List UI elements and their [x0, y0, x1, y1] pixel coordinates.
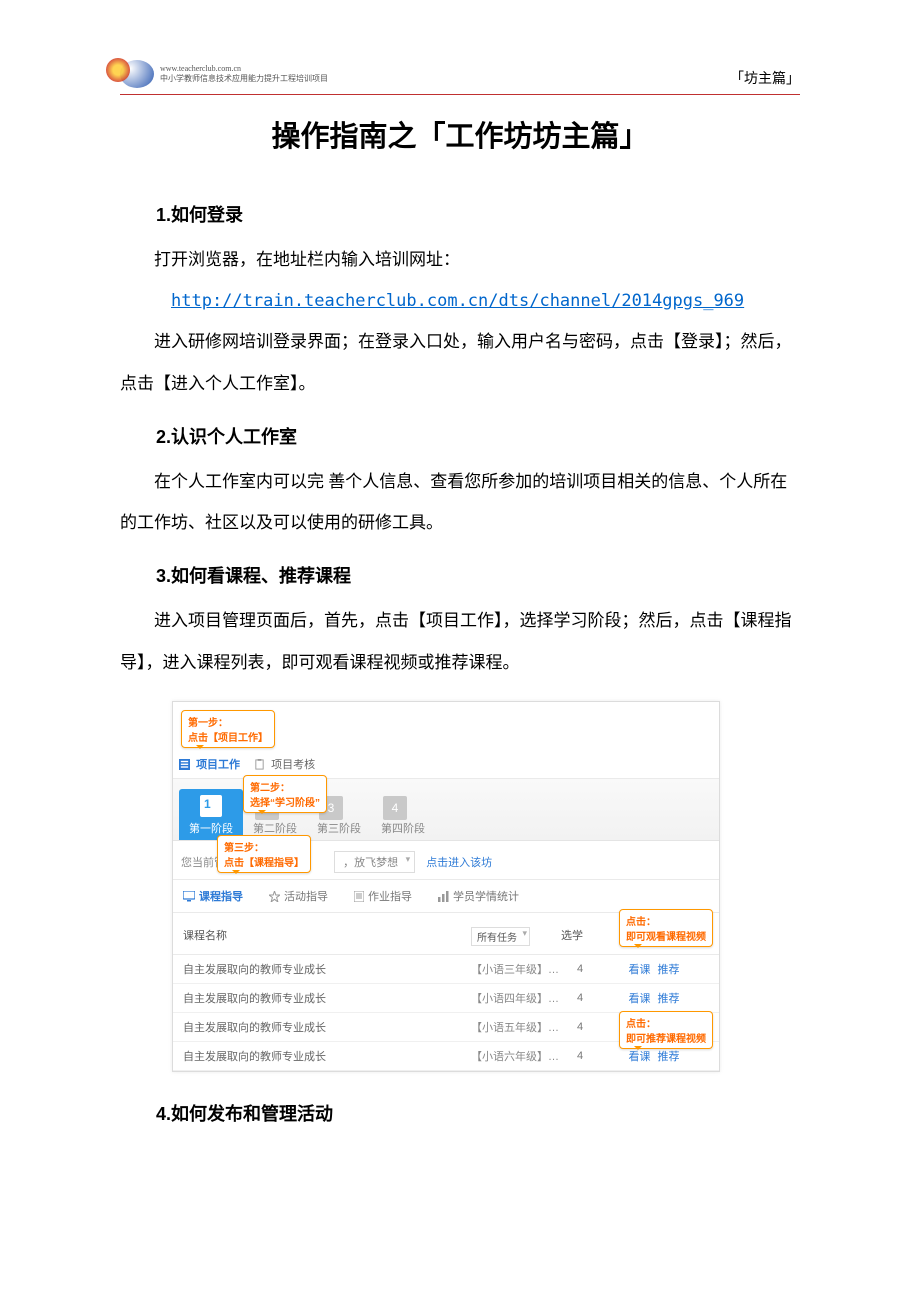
logo-area: www.teacherclub.com.cn 中小学教师信息技术应用能力提升工程…: [120, 60, 328, 88]
section-2-heading: 2.认识个人工作室: [120, 423, 800, 449]
cell-actions: 看课 推荐: [599, 961, 709, 977]
subtab-student-stats[interactable]: 学员学情统计: [438, 888, 519, 904]
phase-4-button[interactable]: 4 第四阶段: [371, 790, 435, 840]
subtab-activity-guidance[interactable]: 活动指导: [269, 888, 328, 904]
section-4-heading: 4.如何发布和管理活动: [120, 1100, 800, 1126]
recommend-link[interactable]: 推荐: [658, 993, 680, 1005]
callout-view-video-text: 即可观看课程视频: [626, 932, 706, 943]
tab-project-assess-label: 项目考核: [271, 759, 315, 771]
subtab-1-label: 课程指导: [199, 888, 243, 904]
logo-icon: [120, 60, 154, 88]
header-right-label: 「坊主篇」: [730, 68, 800, 88]
table-row: 自主发展取向的教师专业成长 【小语四年级】… 4 看课 推荐: [173, 984, 719, 1013]
tab-project-work-label: 项目工作: [196, 759, 240, 771]
phase-4-label: 第四阶段: [381, 823, 425, 835]
table-row: 自主发展取向的教师专业成长 【小语五年级】… 4 点击： 即可推荐课程视频: [173, 1013, 719, 1042]
page: www.teacherclub.com.cn 中小学教师信息技术应用能力提升工程…: [0, 0, 920, 1302]
cell-count: 4: [561, 1021, 599, 1033]
callout-recommend-video-text: 即可推荐课程视频: [626, 1034, 706, 1045]
callout-step2-line2: 选择“学习阶段”: [250, 798, 320, 809]
cell-course-name: 自主发展取向的教师专业成长: [183, 1048, 471, 1064]
task-filter-dropdown[interactable]: 所有任务: [471, 927, 530, 946]
callout-step3-line1: 第三步：: [224, 843, 264, 854]
logo-text: www.teacherclub.com.cn 中小学教师信息技术应用能力提升工程…: [160, 64, 328, 84]
cell-actions: 看课 推荐: [599, 990, 709, 1006]
subtab-2-label: 活动指导: [284, 888, 328, 904]
col-select: 选学: [561, 927, 599, 946]
document-icon: [354, 891, 364, 902]
phase-1-label: 第一阶段: [189, 823, 233, 835]
phase-bar: 第二步： 选择“学习阶段” 第一阶段 2 第二阶段 3 第三阶段 4 第四阶段: [173, 779, 719, 841]
course-table: 课程名称 所有任务 选学 点击： 即可观看课程视频 自主发展取向的教师专业成长 …: [173, 913, 719, 1071]
col-task: 所有任务: [471, 927, 561, 946]
cell-course-name: 自主发展取向的教师专业成长: [183, 990, 471, 1006]
embedded-screenshot: 第一步： 点击【项目工作】 项目工作 项目考核 第二步：: [172, 701, 720, 1072]
section-3-p1: 进入项目管理页面后，首先，点击【项目工作】，选择学习阶段；然后，点击【课程指导】…: [120, 600, 800, 683]
logo-subtext: 中小学教师信息技术应用能力提升工程培训项目: [160, 74, 328, 84]
callout-step2: 第二步： 选择“学习阶段”: [243, 775, 327, 813]
phase-gray-icon: 4: [383, 796, 407, 820]
callout-step3: 第三步： 点击【课程指导】: [217, 835, 311, 873]
watch-link[interactable]: 看课: [628, 964, 650, 976]
section-1-p1: 打开浏览器，在地址栏内输入培训网址：: [120, 239, 800, 281]
subtab-4-label: 学员学情统计: [453, 888, 519, 904]
monitor-icon: [183, 891, 195, 902]
phase-3-label: 第三阶段: [317, 823, 361, 835]
callout-step1-line1: 第一步：: [188, 718, 228, 729]
section-1-heading: 1.如何登录: [120, 201, 800, 227]
subtab-3-label: 作业指导: [368, 888, 412, 904]
cell-task: 【小语三年级】…: [471, 961, 561, 977]
tab-project-assess[interactable]: 项目考核: [254, 756, 315, 772]
callout-step3-line2: 点击【课程指导】: [224, 858, 304, 869]
phase-2-label: 第二阶段: [253, 823, 297, 835]
cell-count: 4: [561, 1050, 599, 1062]
breadcrumb-row: 第三步： 点击【课程指导】 您当前管理 点击【课程指导】 ，放飞梦想 点击进入该…: [173, 841, 719, 880]
callout-click-label-2: 点击：: [626, 1019, 656, 1030]
star-icon: [269, 891, 280, 902]
cell-actions: 看课 推荐: [599, 1048, 709, 1064]
cell-course-name: 自主发展取向的教师专业成长: [183, 961, 471, 977]
clipboard-icon: [254, 759, 265, 770]
section-2-p1: 在个人工作室内可以完 善个人信息、查看您所参加的培训项目相关的信息、个人所在的工…: [120, 461, 800, 544]
callout-step1-line2: 点击【项目工作】: [188, 733, 268, 744]
cell-course-name: 自主发展取向的教师专业成长: [183, 1019, 471, 1035]
section-1-p2: 进入研修网培训登录界面；在登录入口处，输入用户名与密码，点击【登录】；然后，点击…: [120, 321, 800, 404]
table-header: 课程名称 所有任务 选学 点击： 即可观看课程视频: [173, 919, 719, 955]
page-header: www.teacherclub.com.cn 中小学教师信息技术应用能力提升工程…: [120, 60, 800, 95]
cell-task: 【小语五年级】…: [471, 1019, 561, 1035]
callout-recommend-video: 点击： 即可推荐课程视频: [619, 1011, 713, 1049]
book-icon: [200, 795, 222, 817]
document-title: 操作指南之「工作坊坊主篇」: [120, 113, 800, 155]
table-row: 自主发展取向的教师专业成长 【小语三年级】… 4 看课 推荐: [173, 955, 719, 984]
watch-link[interactable]: 看课: [628, 993, 650, 1005]
chart-icon: [438, 891, 449, 902]
callout-step2-line1: 第二步：: [250, 783, 290, 794]
cell-task: 【小语六年级】…: [471, 1048, 561, 1064]
training-url-link[interactable]: http://train.teacherclub.com.cn/dts/chan…: [120, 281, 800, 322]
recommend-link[interactable]: 推荐: [658, 1051, 680, 1063]
cell-count: 4: [561, 992, 599, 1004]
subtab-course-guidance[interactable]: 课程指导: [183, 888, 243, 904]
section-3-heading: 3.如何看课程、推荐课程: [120, 562, 800, 588]
phase-1-button[interactable]: 第一阶段: [179, 789, 243, 840]
cell-task: 【小语四年级】…: [471, 990, 561, 1006]
subtab-homework-guidance[interactable]: 作业指导: [354, 888, 412, 904]
enter-workshop-link[interactable]: 点击进入该坊: [426, 857, 492, 869]
callout-click-label-1: 点击：: [626, 917, 656, 928]
tab-project-work[interactable]: 项目工作: [179, 756, 240, 772]
workshop-dropdown[interactable]: ，放飞梦想: [334, 851, 415, 873]
callout-step1: 第一步： 点击【项目工作】: [181, 710, 275, 748]
recommend-link[interactable]: 推荐: [658, 964, 680, 976]
col-course-name: 课程名称: [183, 927, 471, 946]
list-icon: [179, 759, 190, 770]
col-actions: 点击： 即可观看课程视频: [599, 927, 709, 946]
cell-count: 4: [561, 963, 599, 975]
logo-url: www.teacherclub.com.cn: [160, 64, 328, 74]
callout-view-video: 点击： 即可观看课程视频: [619, 909, 713, 947]
